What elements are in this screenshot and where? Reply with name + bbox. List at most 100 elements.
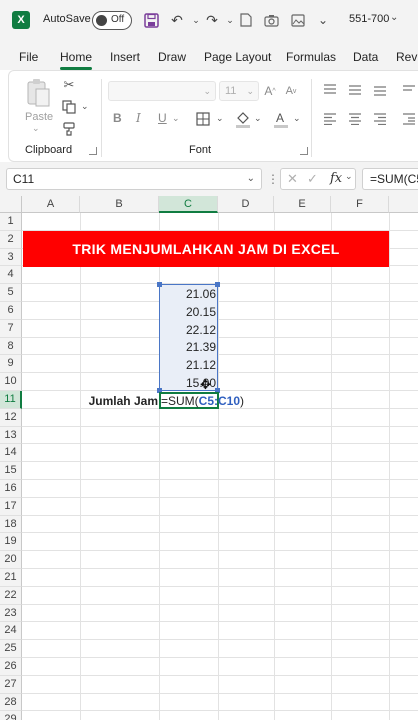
document-name[interactable]: 551-700	[349, 13, 389, 25]
tab-file[interactable]: File	[19, 50, 38, 64]
row-header[interactable]: 11	[0, 391, 22, 409]
save-icon[interactable]	[141, 10, 161, 30]
chevron-down-icon[interactable]: ⌄	[390, 12, 398, 23]
row-header[interactable]: 6	[0, 302, 22, 320]
align-right-icon[interactable]	[372, 112, 388, 126]
cell-c5[interactable]: 21.06	[160, 287, 216, 301]
cell-c6[interactable]: 20.15	[160, 305, 216, 319]
column-header-e[interactable]: E	[274, 196, 331, 213]
row-header[interactable]: 14	[0, 444, 22, 463]
tab-review[interactable]: Revi	[396, 50, 418, 64]
row-header[interactable]: 7	[0, 319, 22, 338]
cancel-icon[interactable]: ✕	[287, 171, 298, 187]
wrap-text-icon[interactable]	[401, 83, 417, 97]
row-header[interactable]: 2	[0, 230, 22, 249]
row-header[interactable]: 15	[0, 462, 22, 480]
cut-icon[interactable]: ✂	[61, 77, 77, 93]
bold-button[interactable]: B	[113, 111, 122, 125]
column-header-g[interactable]	[389, 196, 418, 213]
cell-c9[interactable]: 21.12	[160, 358, 216, 372]
middle-align-icon[interactable]	[347, 83, 363, 97]
row-header[interactable]: 24	[0, 622, 22, 641]
autosave-toggle[interactable]: Off	[92, 11, 132, 30]
underline-dropdown-icon[interactable]: ⌄	[172, 113, 180, 124]
camera-icon[interactable]	[261, 10, 281, 30]
bottom-align-icon[interactable]	[372, 83, 388, 97]
font-color-icon[interactable]: A	[273, 110, 289, 128]
tab-data[interactable]: Data	[353, 50, 378, 64]
copy-icon[interactable]	[61, 99, 77, 115]
image-icon[interactable]	[288, 10, 308, 30]
name-box[interactable]: C11 ⌄	[6, 168, 262, 190]
redo-icon[interactable]: ↷	[202, 10, 222, 30]
row-header[interactable]: 25	[0, 640, 22, 658]
tab-insert[interactable]: Insert	[110, 50, 140, 64]
row-header[interactable]: 23	[0, 604, 22, 623]
fill-color-dropdown-icon[interactable]: ⌄	[254, 113, 262, 124]
row-header[interactable]: 10	[0, 373, 22, 391]
cell-c11-formula[interactable]: =SUM(C5:C10)	[161, 394, 244, 408]
font-launcher-icon[interactable]	[300, 147, 308, 155]
column-header-c[interactable]: C	[159, 196, 218, 213]
row-header[interactable]: 17	[0, 497, 22, 516]
row-header[interactable]: 18	[0, 515, 22, 534]
tab-home[interactable]: Home	[60, 50, 92, 64]
insert-function-icon[interactable]: fx	[330, 171, 342, 186]
tab-draw[interactable]: Draw	[158, 50, 186, 64]
fill-color-icon[interactable]	[235, 110, 251, 128]
cell-b11[interactable]: Jumlah Jam	[80, 394, 158, 408]
column-header-d[interactable]: D	[218, 196, 274, 213]
align-center-icon[interactable]	[347, 112, 363, 126]
file-icon[interactable]	[236, 10, 256, 30]
row-header[interactable]: 4	[0, 266, 22, 285]
cell-c7[interactable]: 22.12	[160, 323, 216, 337]
indent-icon[interactable]	[401, 112, 417, 126]
row-header[interactable]: 21	[0, 569, 22, 587]
tab-page-layout[interactable]: Page Layout	[204, 50, 271, 64]
paste-icon[interactable]	[23, 77, 53, 109]
row-header[interactable]: 22	[0, 586, 22, 605]
tab-formulas[interactable]: Formulas	[286, 50, 336, 64]
column-header-b[interactable]: B	[80, 196, 159, 213]
font-name-box[interactable]: ⌄	[108, 81, 216, 101]
select-all-button[interactable]	[0, 196, 22, 213]
clipboard-launcher-icon[interactable]	[89, 147, 97, 155]
spreadsheet-grid[interactable]: A B C D E F 1 2 3 4 5 6 7 8 9 10 11 12 13 14 15 16 17 18 1…	[0, 196, 418, 720]
row-header[interactable]: 9	[0, 355, 22, 374]
row-header[interactable]: 20	[0, 551, 22, 569]
align-left-icon[interactable]	[322, 112, 338, 126]
row-header[interactable]: 27	[0, 675, 22, 694]
row-header[interactable]: 26	[0, 658, 22, 676]
row-header[interactable]: 28	[0, 693, 22, 712]
row-header[interactable]: 8	[0, 337, 22, 356]
undo-icon[interactable]: ↶	[167, 10, 187, 30]
underline-button[interactable]: U	[158, 111, 167, 125]
paste-label[interactable]: Paste	[25, 111, 53, 123]
column-header-a[interactable]: A	[22, 196, 80, 213]
font-size-box[interactable]: 11 ⌄	[219, 81, 259, 101]
paste-dropdown-icon[interactable]: ⌄	[32, 123, 40, 134]
italic-button[interactable]: I	[136, 111, 141, 125]
row-header[interactable]: 16	[0, 480, 22, 498]
customize-qat-icon[interactable]: ⌄	[313, 10, 333, 30]
font-color-dropdown-icon[interactable]: ⌄	[293, 113, 301, 124]
formula-input[interactable]: =SUM(C5	[362, 168, 418, 190]
borders-dropdown-icon[interactable]: ⌄	[216, 113, 224, 124]
format-painter-icon[interactable]	[61, 121, 77, 137]
row-header[interactable]: 13	[0, 426, 22, 445]
decrease-font-icon[interactable]: Av	[283, 83, 299, 99]
cell-c8[interactable]: 21.39	[160, 340, 216, 354]
row-header[interactable]: 3	[0, 248, 22, 267]
row-header[interactable]: 1	[0, 213, 22, 231]
more-options-icon[interactable]: ⋮	[267, 172, 279, 186]
top-align-icon[interactable]	[322, 83, 338, 97]
increase-font-icon[interactable]: A ^	[262, 83, 278, 99]
copy-dropdown-icon[interactable]: ⌄	[81, 101, 89, 112]
fx-dropdown-icon[interactable]: ⌄	[345, 171, 353, 182]
row-header[interactable]: 29	[0, 711, 22, 720]
row-header[interactable]: 19	[0, 533, 22, 552]
row-header[interactable]: 12	[0, 408, 22, 427]
enter-icon[interactable]: ✓	[307, 171, 318, 187]
title-banner[interactable]: TRIK MENJUMLAHKAN JAM DI EXCEL	[23, 231, 389, 267]
borders-icon[interactable]	[195, 111, 211, 127]
